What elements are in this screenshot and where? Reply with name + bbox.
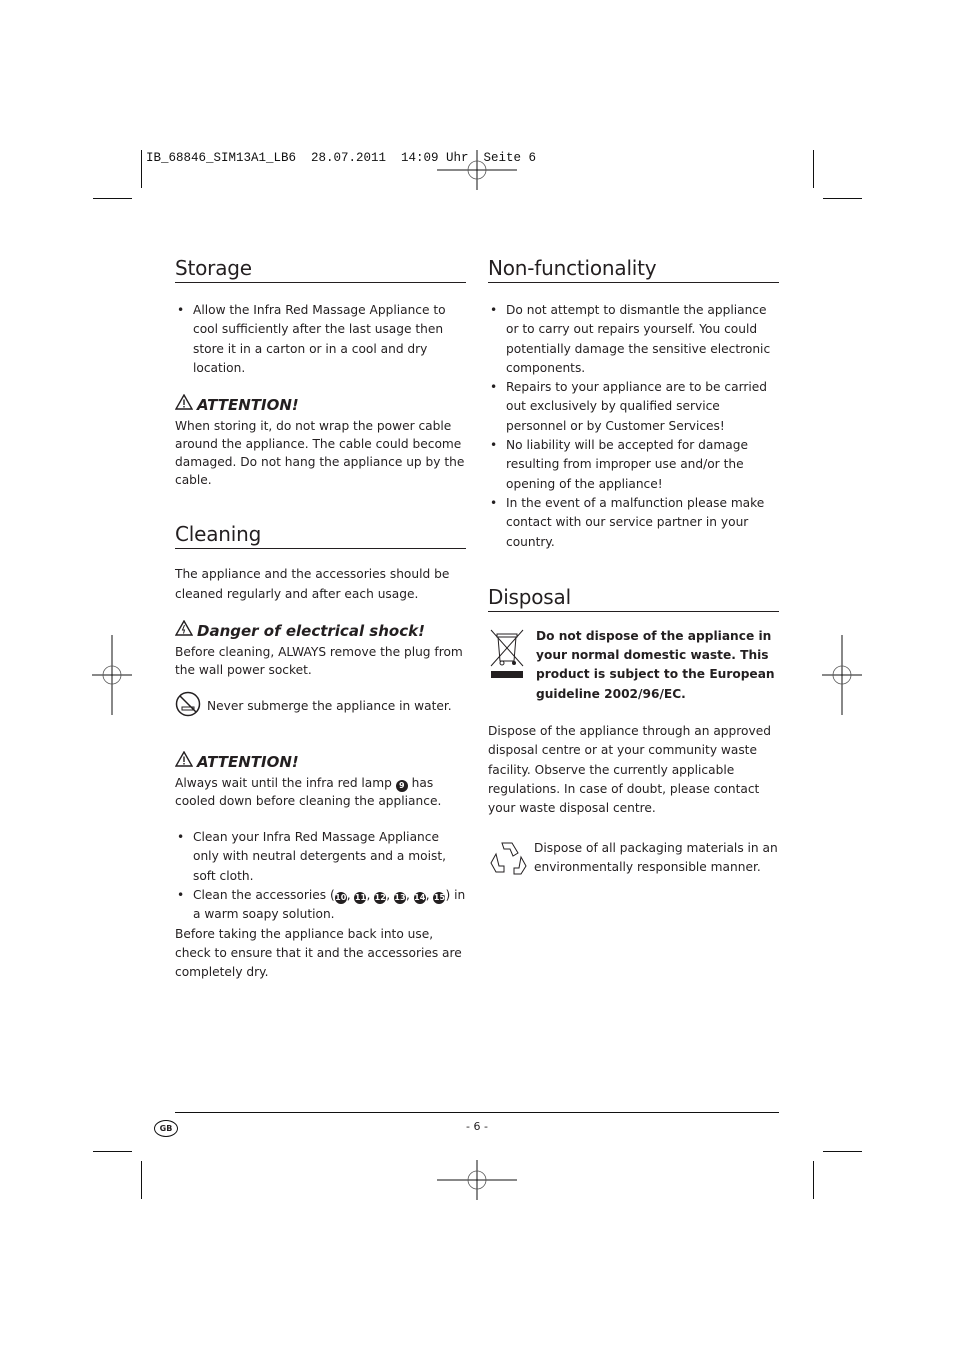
electric-hazard-icon — [174, 619, 194, 641]
electric-shock-text: Before cleaning, ALWAYS remove the plug … — [175, 645, 463, 678]
registration-mark-right — [822, 635, 862, 715]
registration-mark-top — [437, 150, 517, 190]
part-number-badge: 13 — [393, 891, 406, 904]
part-number-badge: 14 — [413, 891, 426, 904]
crop-mark — [823, 198, 862, 199]
crop-mark — [823, 1151, 862, 1152]
disposal-heading: Disposal — [488, 585, 779, 612]
registration-mark-left — [92, 635, 132, 715]
crop-mark — [141, 1161, 142, 1199]
weee-note: Do not dispose of the appliance in your … — [488, 627, 779, 704]
warning-triangle-icon — [174, 750, 194, 772]
part-number-badge: 15 — [433, 891, 446, 904]
storage-heading: Storage — [175, 256, 466, 283]
disposal-section: Disposal Do not dispose of the appliance… — [488, 585, 779, 881]
nonfunctionality-list: Do not attempt to dismantle the applianc… — [488, 301, 779, 552]
crop-mark — [813, 150, 814, 188]
list-item: In the event of a malfunction please mak… — [488, 494, 779, 552]
cleaning-closing: Before taking the appliance back into us… — [175, 926, 462, 980]
right-column: Non-functionality Do not attempt to dism… — [488, 256, 779, 881]
cleaning-intro: The appliance and the accessories should… — [175, 567, 450, 602]
cleaning-attention-text: Always wait until the infra red lamp 9 h… — [175, 776, 442, 809]
recycle-note: Dispose of all packaging materials in an… — [488, 839, 779, 881]
no-submerge-note: Never submerge the appliance in water. — [175, 691, 466, 721]
list-item: Clean the accessories (10, 11, 12, 13, 1… — [175, 886, 466, 925]
country-badge: GB — [154, 1120, 178, 1137]
electric-shock-heading: Danger of electrical shock! — [174, 619, 466, 641]
nonfunctionality-heading: Non-functionality — [488, 256, 779, 283]
crop-mark — [813, 1161, 814, 1199]
registration-mark-bottom — [437, 1160, 517, 1200]
cleaning-heading: Cleaning — [175, 522, 466, 550]
storage-section: Storage Allow the Infra Red Massage Appl… — [174, 256, 466, 489]
list-item: No liability will be accepted for damage… — [488, 436, 779, 494]
part-number-badge: 11 — [354, 891, 367, 904]
disposal-body: Dispose of the appliance through an appr… — [488, 724, 771, 816]
page-number: - 6 - — [466, 1120, 488, 1133]
warning-triangle-icon — [174, 393, 194, 415]
storage-attention-text: When storing it, do not wrap the power c… — [175, 419, 465, 488]
footer-rule — [175, 1112, 779, 1113]
list-item: Allow the Infra Red Massage Appliance to… — [175, 301, 466, 378]
part-number-badge: 12 — [374, 891, 387, 904]
part-number-badge: 9 — [395, 780, 408, 793]
part-number-badge: 10 — [334, 891, 347, 904]
crop-mark — [93, 1151, 132, 1152]
list-item: Clean your Infra Red Massage Appliance o… — [175, 828, 466, 886]
crossed-out-bin-icon — [488, 627, 526, 704]
recycle-icon — [488, 839, 528, 881]
left-column: Storage Allow the Infra Red Massage Appl… — [174, 256, 466, 983]
cleaning-section: Cleaning The appliance and the accessori… — [174, 522, 466, 982]
storage-attention-heading: ATTENTION! — [174, 393, 466, 415]
list-item: Repairs to your appliance are to be carr… — [488, 378, 779, 436]
no-submerge-icon — [175, 691, 201, 721]
cleaning-list: Clean your Infra Red Massage Appliance o… — [175, 828, 466, 924]
crop-mark — [141, 150, 142, 188]
storage-list: Allow the Infra Red Massage Appliance to… — [175, 301, 466, 378]
list-item: Do not attempt to dismantle the applianc… — [488, 301, 779, 378]
nonfunctionality-section: Non-functionality Do not attempt to dism… — [488, 256, 779, 552]
crop-mark — [93, 198, 132, 199]
cleaning-attention-heading: ATTENTION! — [174, 750, 466, 772]
